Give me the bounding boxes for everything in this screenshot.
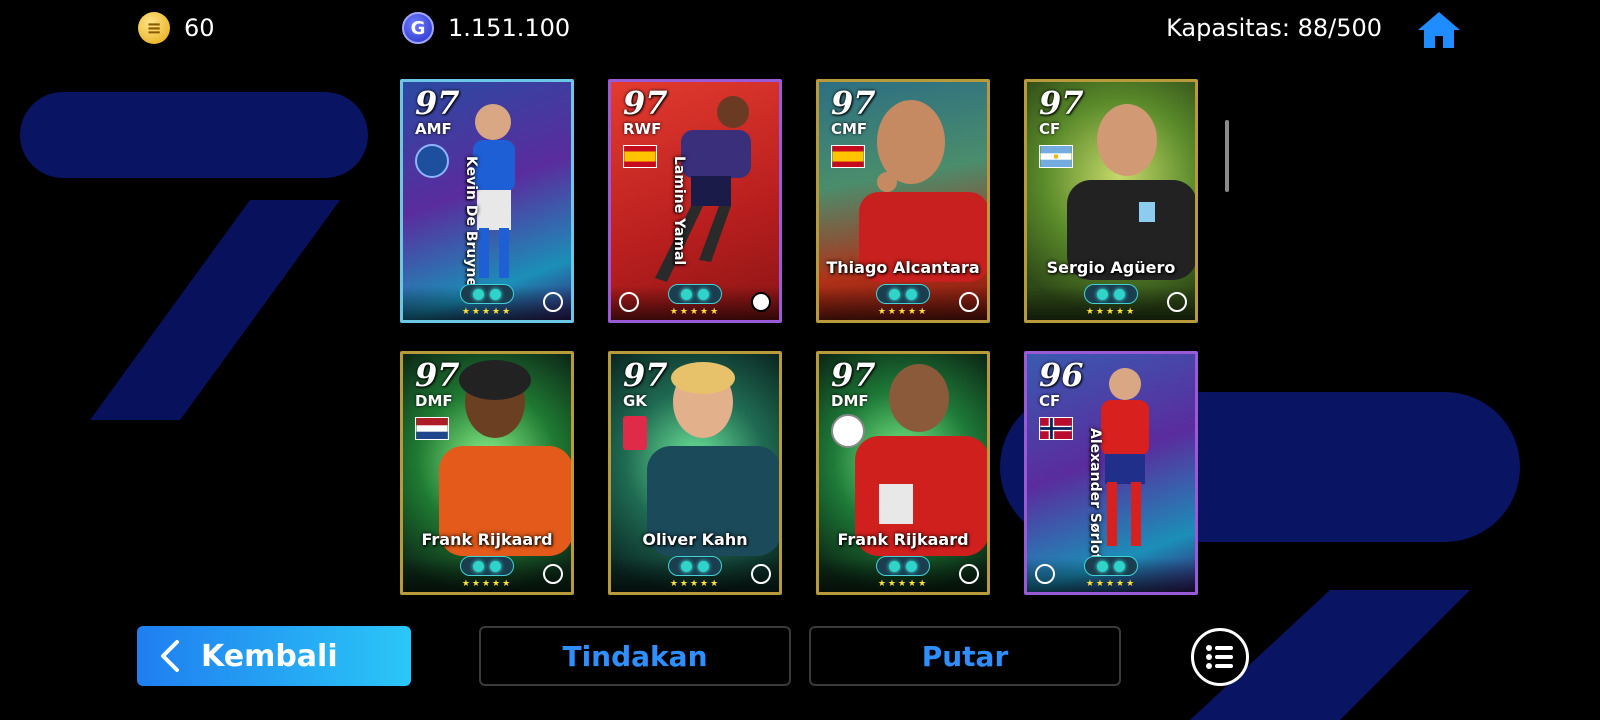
player-rating: 97 (623, 84, 668, 122)
skill-badge-icon (460, 556, 514, 576)
spain-flag-icon (831, 145, 865, 168)
player-name: Oliver Kahn (642, 530, 748, 549)
top-bar: ≡ 60 G 1.151.100 Kapasitas: 88/500 (0, 0, 1600, 56)
efootball-logo-icon (543, 564, 563, 584)
player-position: AMF (415, 120, 452, 138)
spain-flag-icon (623, 145, 657, 168)
club-badge-icon (831, 414, 865, 448)
skill-badge-icon (1084, 284, 1138, 304)
player-name: Sergio Agüero (1046, 258, 1176, 277)
efootball-logo-icon (543, 292, 563, 312)
efootball-logo-icon (751, 564, 771, 584)
back-button-label: Kembali (201, 638, 338, 674)
player-card[interactable]: 97 CMF Thiago Alcantara ★★★★★ (816, 79, 990, 323)
list-menu-button[interactable] (1191, 628, 1249, 686)
rotate-button[interactable]: Putar (809, 626, 1121, 686)
player-name: Thiago Alcantara (826, 258, 980, 277)
player-card[interactable]: 97 CF Sergio Agüero ★★★★★ (1024, 79, 1198, 323)
player-card[interactable]: 97 DMF Frank Rijkaard ★★★★★ (816, 351, 990, 595)
gp-value: 1.151.100 (448, 14, 571, 42)
rotate-button-label: Putar (921, 639, 1009, 673)
skill-badge-icon (876, 284, 930, 304)
actions-button-label: Tindakan (562, 639, 708, 673)
player-name: Frank Rijkaard (421, 530, 553, 549)
player-rating: 97 (415, 356, 460, 394)
background-logo-shape (20, 92, 1520, 720)
player-position: RWF (623, 120, 662, 138)
list-menu-icon (1206, 645, 1233, 669)
skill-badge-icon (1084, 556, 1138, 576)
efootball-coin-icon: ≡ (138, 12, 170, 44)
player-rating: 97 (831, 356, 876, 394)
player-rating: 96 (1039, 356, 1084, 394)
playstyle-icon (751, 292, 771, 312)
home-icon[interactable] (1416, 10, 1462, 50)
efootball-logo-icon (619, 292, 639, 312)
player-rating: 97 (623, 356, 668, 394)
capacity-label: Kapasitas: 88/500 (1166, 14, 1382, 42)
player-card[interactable]: 96 CF Alexander Sørloth ★★★★★ (1024, 351, 1198, 595)
player-card[interactable]: 97 GK Oliver Kahn ★★★★★ (608, 351, 782, 595)
player-position: DMF (415, 392, 453, 410)
player-card[interactable]: 97 DMF Frank Rijkaard ★★★★★ (400, 351, 574, 595)
player-rating: 97 (831, 84, 876, 122)
player-rating: 97 (415, 84, 460, 122)
actions-button[interactable]: Tindakan (479, 626, 791, 686)
player-position: DMF (831, 392, 869, 410)
club-badge-icon (415, 144, 449, 178)
player-position: GK (623, 392, 647, 410)
chevron-left-icon (161, 640, 179, 672)
ecoin-value: 60 (184, 14, 215, 42)
player-position: CF (1039, 392, 1061, 410)
player-card[interactable]: 97 RWF Lamine Yamal ★★★★★ (608, 79, 782, 323)
skill-badge-icon (668, 556, 722, 576)
player-name: Frank Rijkaard (837, 530, 969, 549)
player-position: CMF (831, 120, 868, 138)
skill-badge-icon (876, 556, 930, 576)
skill-badge-icon (668, 284, 722, 304)
club-badge-icon (623, 416, 647, 450)
gp-coin-icon: G (402, 12, 434, 44)
scrollbar[interactable] (1225, 120, 1229, 192)
efootball-logo-icon (959, 292, 979, 312)
player-position: CF (1039, 120, 1061, 138)
efootball-logo-icon (1167, 292, 1187, 312)
skill-badge-icon (460, 284, 514, 304)
ecoin-counter: ≡ 60 (138, 12, 215, 44)
efootball-logo-icon (959, 564, 979, 584)
norway-flag-icon (1039, 417, 1073, 440)
efootball-logo-icon (1035, 564, 1055, 584)
back-button[interactable]: Kembali (137, 626, 411, 686)
player-card[interactable]: 97 AMF Kevin De Bruyne ★★★★★ (400, 79, 574, 323)
player-rating: 97 (1039, 84, 1084, 122)
gp-counter: G 1.151.100 (402, 12, 570, 44)
netherlands-flag-icon (415, 417, 449, 440)
argentina-flag-icon (1039, 145, 1073, 168)
